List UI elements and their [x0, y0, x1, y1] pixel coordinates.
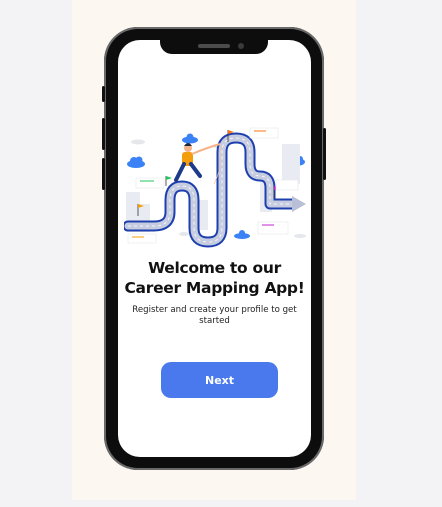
next-button[interactable]: Next: [161, 362, 278, 398]
camera-icon: [238, 43, 244, 49]
welcome-subtitle: Register and create your profile to get …: [132, 305, 297, 326]
phone-screen: Welcome to our Career Mapping App! Regis…: [118, 40, 311, 457]
phone-side-button: [102, 86, 105, 102]
career-road-illustration: [124, 127, 306, 248]
phone-side-button: [102, 158, 105, 190]
phone-side-button: [323, 128, 326, 180]
phone-side-button: [102, 118, 105, 150]
welcome-title: Welcome to our Career Mapping App!: [124, 259, 305, 297]
speaker-grille: [198, 44, 230, 48]
